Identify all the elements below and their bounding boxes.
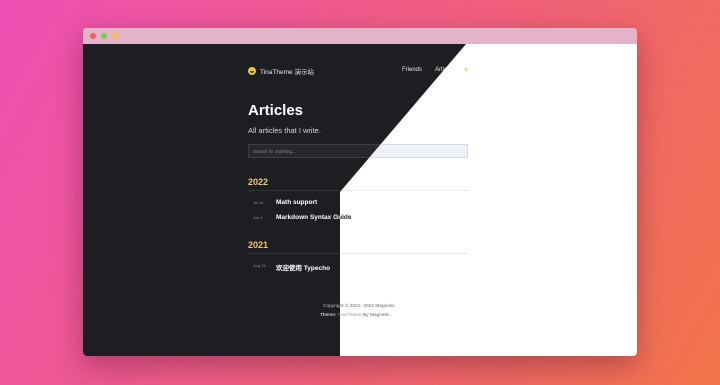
nav-friends-link[interactable]: Friends [402,67,422,73]
site-viewport: TinaTheme 演示站 Friends Articles ☀ Article… [83,44,637,356]
maximize-window-dot[interactable] [112,33,118,39]
sun-moon-icon[interactable]: ☀ [463,66,469,74]
site-logo-icon [248,67,256,75]
article-date: Apr 4 [253,215,263,220]
article-title-link[interactable]: 欢迎使用 Typecho [276,262,330,272]
article-date: Aug 15 [253,263,266,268]
site-name: TinaTheme 演示站 [260,69,314,76]
minimize-window-dot[interactable] [101,33,107,39]
window-titlebar [83,28,637,44]
article-date: Jul 31 [253,200,264,205]
page-title: Articles [248,102,304,119]
close-window-dot[interactable] [90,33,96,39]
page-subtitle: All articles that I write. [248,126,321,135]
year-heading: 2021 [248,240,269,250]
browser-window: TinaTheme 演示站 Friends Articles ☀ Article… [83,28,637,356]
footer-by: By Magnetic [362,313,390,318]
footer-theme-label: Theme: [320,313,337,318]
article-title-link[interactable]: Math support [276,199,317,206]
site-brand[interactable]: TinaTheme 演示站 [248,66,314,76]
footer-theme-link[interactable]: TinaTheme [340,313,362,318]
year-heading: 2022 [248,177,269,187]
